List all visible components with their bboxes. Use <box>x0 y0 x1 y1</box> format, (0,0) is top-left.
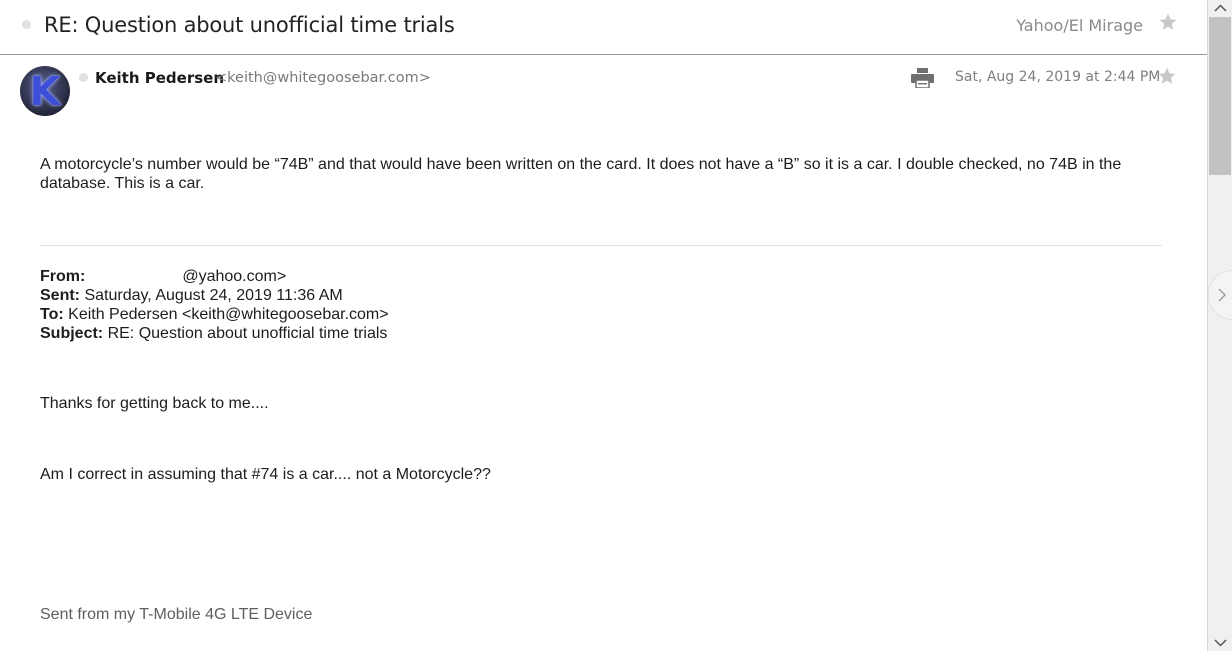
sender-email: <keith@whitegoosebar.com> <box>215 70 431 86</box>
from-value: @yahoo.com> <box>182 268 287 285</box>
folder-label[interactable]: Yahoo/El Mirage <box>1016 16 1143 35</box>
quoted-to: To: Keith Pedersen <keith@whitegoosebar.… <box>40 305 389 324</box>
printer-icon[interactable] <box>911 68 934 89</box>
sent-value: Saturday, August 24, 2019 11:36 AM <box>84 287 343 304</box>
quoted-line-2: Am I correct in assuming that #74 is a c… <box>40 466 491 483</box>
quoted-subject: Subject: RE: Question about unofficial t… <box>40 324 387 343</box>
subject-value: RE: Question about unofficial time trial… <box>107 325 388 342</box>
star-icon[interactable] <box>1157 66 1177 86</box>
scrollbar-thumb[interactable] <box>1209 17 1231 175</box>
quoted-from: From: @yahoo.com> <box>40 267 286 286</box>
quote-divider <box>40 245 1162 246</box>
message-header: RE: Question about unofficial time trial… <box>0 0 1207 55</box>
from-label: From: <box>40 268 86 285</box>
avatar-letter: K <box>29 69 61 115</box>
message-body: A motorcycle’s number would be “74B” and… <box>40 156 1122 192</box>
to-label: To: <box>40 306 64 323</box>
chevron-right-icon <box>1218 288 1227 302</box>
subject-label: Subject: <box>40 325 104 342</box>
quoted-sent: Sent: Saturday, August 24, 2019 11:36 AM <box>40 286 343 305</box>
scroll-down-icon[interactable] <box>1208 635 1232 651</box>
page-title: RE: Question about unofficial time trial… <box>44 13 455 37</box>
sent-label: Sent: <box>40 287 80 304</box>
unread-dot[interactable] <box>79 73 88 82</box>
avatar: K <box>20 66 70 116</box>
star-icon[interactable] <box>1158 12 1178 32</box>
to-value: Keith Pedersen <keith@whitegoosebar.com> <box>68 306 389 323</box>
scroll-up-icon[interactable] <box>1208 0 1232 16</box>
quoted-line-1: Thanks for getting back to me.... <box>40 395 269 412</box>
sender-name[interactable]: Keith Pedersen <box>95 69 224 87</box>
scrollbar[interactable] <box>1207 0 1232 651</box>
signature: Sent from my T-Mobile 4G LTE Device <box>40 606 313 623</box>
read-status-dot[interactable] <box>22 20 31 29</box>
message-date: Sat, Aug 24, 2019 at 2:44 PM <box>955 69 1161 85</box>
